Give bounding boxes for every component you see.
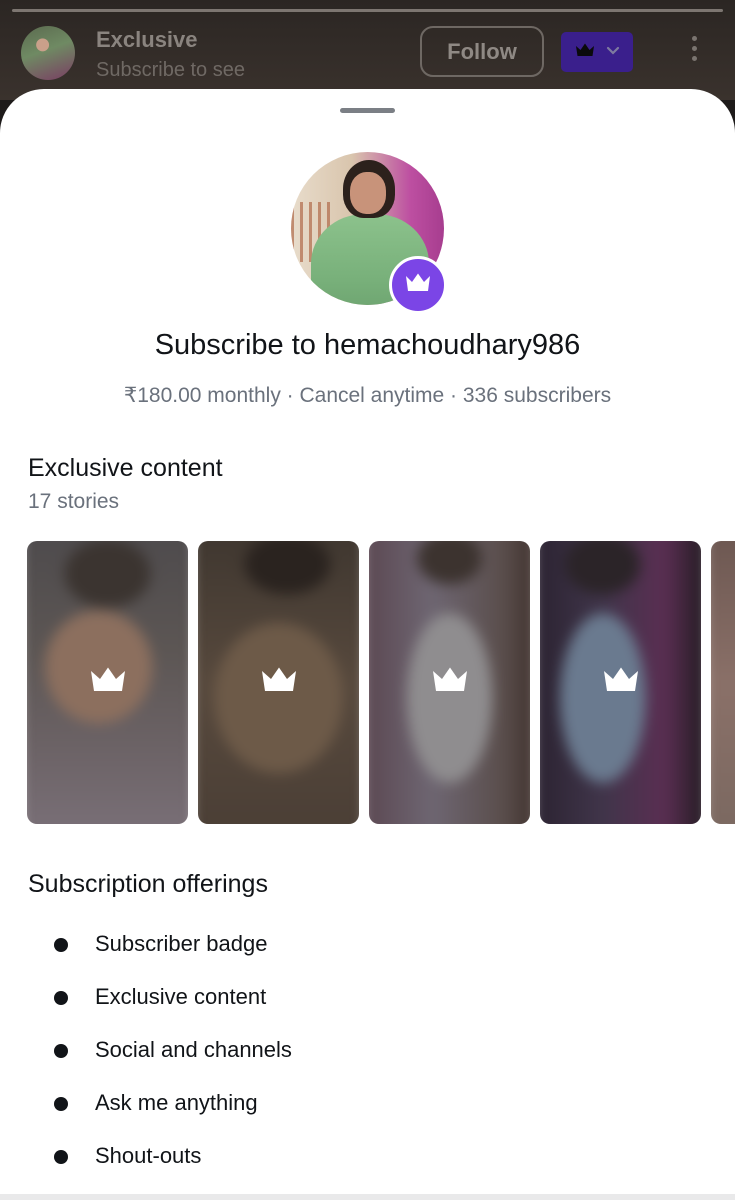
bottom-divider — [0, 1194, 735, 1200]
offering-label: Shout-outs — [95, 1143, 202, 1168]
offering-label: Exclusive content — [95, 984, 267, 1009]
bullet-icon — [54, 991, 68, 1005]
sheet-title: Subscribe to hemachoudhary986 — [154, 329, 581, 361]
exclusive-content-heading: Exclusive content — [28, 454, 223, 482]
subscribe-sheet: Subscribe to hemachoudhary986 ₹180.00 mo… — [0, 89, 735, 1200]
story-thumbnail[interactable] — [711, 541, 735, 824]
bullet-icon — [54, 1097, 68, 1111]
list-item: Exclusive content — [0, 974, 735, 1027]
subscription-offerings-heading: Subscription offerings — [28, 870, 268, 898]
crown-icon — [403, 271, 433, 300]
bullet-icon — [54, 1044, 68, 1058]
header-title: Exclusive — [96, 27, 198, 52]
avatar[interactable] — [21, 26, 75, 80]
offering-label: Subscriber badge — [95, 931, 268, 956]
bullet-icon — [54, 938, 68, 952]
story-count: 17 stories — [28, 490, 120, 513]
story-thumbnail[interactable] — [540, 541, 701, 824]
offerings-list: Subscriber badge Exclusive content Socia… — [0, 921, 735, 1186]
subscription-meta: ₹180.00 monthly · Cancel anytime · 336 s… — [123, 384, 612, 407]
crown-icon — [430, 665, 470, 700]
header-subtitle: Subscribe to see — [96, 59, 245, 81]
list-item: Shout-outs — [0, 1133, 735, 1186]
crown-icon — [601, 665, 641, 700]
follow-button[interactable]: Follow — [420, 26, 544, 77]
story-thumbnail[interactable] — [27, 541, 188, 824]
offering-label: Social and channels — [95, 1037, 292, 1062]
story-header: Exclusive Subscribe to see Follow — [0, 0, 735, 100]
bullet-icon — [54, 1150, 68, 1164]
story-progress-bar — [12, 9, 723, 12]
exclusive-stories-carousel[interactable] — [27, 541, 735, 825]
list-item: Subscriber badge — [0, 921, 735, 974]
chevron-down-icon — [606, 43, 620, 61]
list-item: Ask me anything — [0, 1080, 735, 1133]
subscription-dropdown-button[interactable] — [561, 32, 633, 72]
story-thumbnail[interactable] — [369, 541, 530, 824]
crown-icon — [574, 42, 596, 63]
crown-icon — [88, 665, 128, 700]
more-vertical-icon[interactable] — [686, 36, 702, 68]
subscriber-crown-badge — [389, 256, 447, 314]
crown-icon — [259, 665, 299, 700]
drag-handle[interactable] — [340, 108, 395, 113]
offering-label: Ask me anything — [95, 1090, 258, 1115]
story-thumbnail[interactable] — [198, 541, 359, 824]
list-item: Social and channels — [0, 1027, 735, 1080]
